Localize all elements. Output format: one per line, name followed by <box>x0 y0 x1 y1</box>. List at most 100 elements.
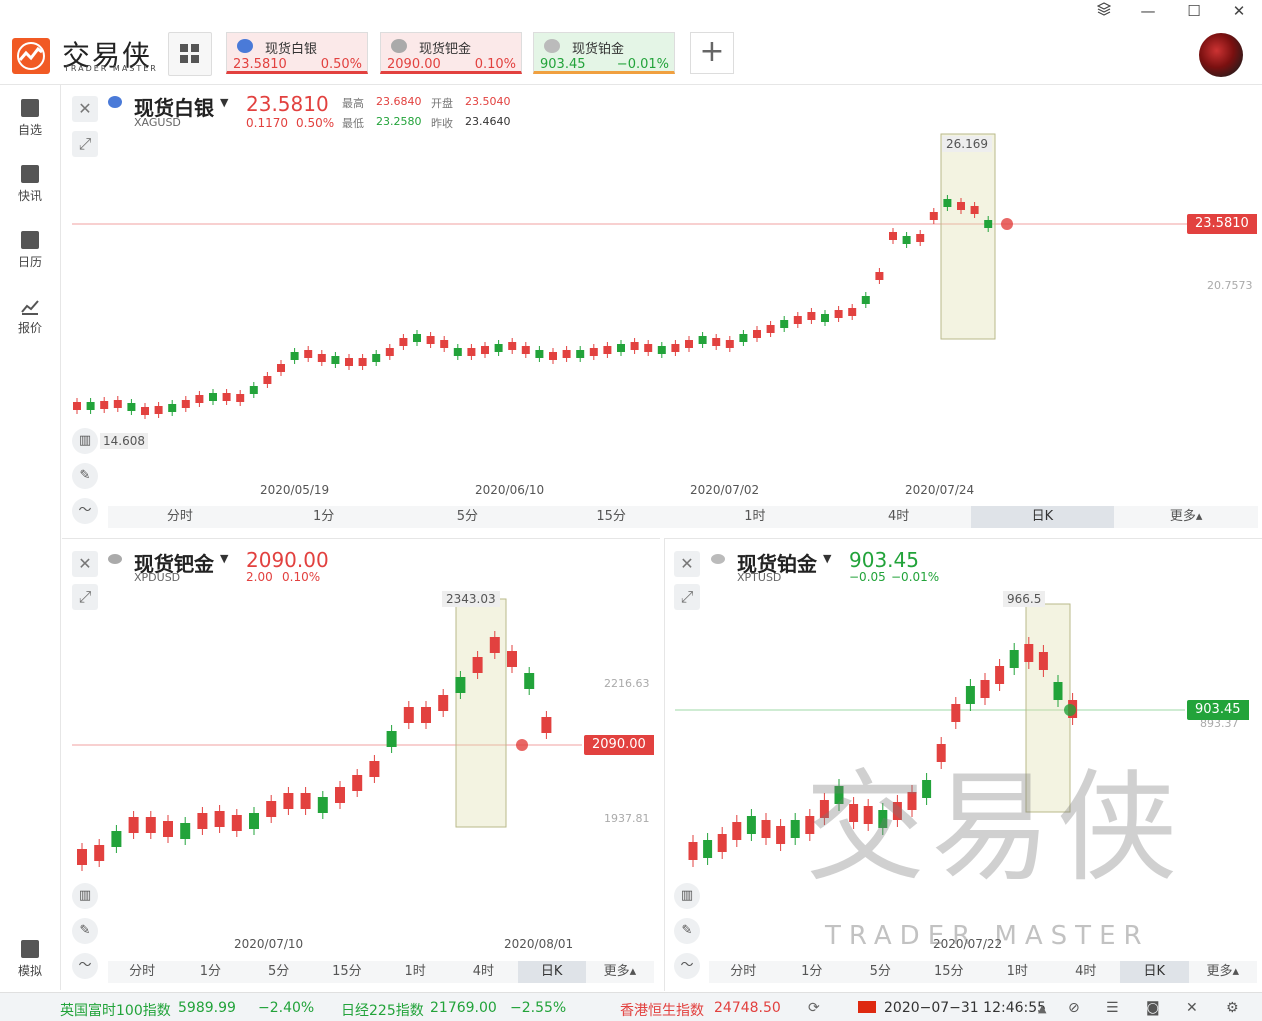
tf-button[interactable]: 1分 <box>176 961 244 983</box>
sidebar-item-watchlist[interactable]: 自选 <box>0 99 60 138</box>
candle-body <box>1009 650 1019 668</box>
expand-icon[interactable]: ⤢ <box>674 584 700 610</box>
candle-body <box>86 402 95 410</box>
tf-button[interactable]: 1分 <box>252 506 396 528</box>
tab-name: 现货铂金 <box>572 42 625 57</box>
candle-body <box>848 308 857 316</box>
tf-button[interactable]: 1时 <box>983 961 1052 983</box>
mute-icon[interactable]: ✕ <box>1186 1000 1198 1016</box>
sidebar-item-calendar[interactable]: 日历 <box>0 231 60 270</box>
candle-body <box>145 817 156 833</box>
pen-icon[interactable]: ✎ <box>674 918 700 944</box>
candle-body <box>507 651 517 667</box>
candle-body <box>875 272 884 280</box>
candle-body <box>77 849 87 865</box>
tf-more-button[interactable]: 更多▴ <box>1189 961 1258 983</box>
sidebar-item-quotes[interactable]: 报价 <box>0 297 60 336</box>
layers-icon[interactable] <box>1093 2 1115 20</box>
high-label: 最高 <box>342 97 364 110</box>
tf-more-button[interactable]: 更多▴ <box>1114 506 1258 528</box>
avatar[interactable] <box>1199 33 1243 77</box>
tf-button[interactable]: 4时 <box>827 506 971 528</box>
close-button[interactable]: ✕ <box>1228 2 1250 20</box>
candle-body <box>413 334 421 342</box>
min-price-label: 14.608 <box>100 433 148 449</box>
layout-grid-button[interactable] <box>168 32 212 76</box>
tf-button-active[interactable]: 日K <box>1120 961 1189 983</box>
palladium-icon <box>108 554 122 564</box>
index-name[interactable]: 香港恒生指数 <box>620 1000 704 1020</box>
add-tab-button[interactable]: + <box>690 32 734 74</box>
candlestick-chart-palladium[interactable] <box>62 539 660 991</box>
tf-button[interactable]: 1分 <box>778 961 847 983</box>
pen-icon[interactable]: ✎ <box>72 918 98 944</box>
candle-body <box>358 358 367 366</box>
index-value: 5989.99 <box>178 1000 236 1016</box>
indicator-icon[interactable]: 〜 <box>674 953 700 979</box>
minimize-button[interactable]: — <box>1137 2 1159 20</box>
indicator-icon[interactable]: 〜 <box>72 498 98 524</box>
sidebar-item-news[interactable]: 快讯 <box>0 165 60 204</box>
expand-icon[interactable]: ⤢ <box>72 584 98 610</box>
close-panel-button[interactable]: ✕ <box>72 551 98 577</box>
tf-button[interactable]: 分时 <box>108 506 252 528</box>
refresh-icon[interactable]: ⟳ <box>808 1000 820 1016</box>
maximize-button[interactable]: ☐ <box>1183 2 1205 20</box>
tf-button[interactable]: 1时 <box>683 506 827 528</box>
chevron-down-icon[interactable]: ▼ <box>220 552 228 565</box>
tf-button[interactable]: 1时 <box>381 961 449 983</box>
candle-body <box>494 344 503 352</box>
settings-icon[interactable]: ⚙ <box>1226 1000 1239 1016</box>
camera-icon[interactable]: ◙ <box>1146 1000 1160 1016</box>
candle-body <box>100 401 109 409</box>
candle-type-icon[interactable]: ▥ <box>72 883 98 909</box>
tf-button[interactable]: 4时 <box>449 961 517 983</box>
tf-button[interactable]: 5分 <box>846 961 915 983</box>
pen-icon[interactable]: ✎ <box>72 463 98 489</box>
index-name[interactable]: 日经225指数 <box>341 1000 424 1020</box>
sidebar-item-simulation[interactable]: 模拟 <box>0 940 60 979</box>
chevron-down-icon[interactable]: ▼ <box>220 96 228 109</box>
tab-platinum[interactable]: 现货铂金 903.45 −0.01% <box>533 32 675 74</box>
watermark-subtext: TRADER MASTER <box>825 921 1150 951</box>
tab-silver[interactable]: 现货白银 23.5810 0.50% <box>226 32 368 74</box>
tf-button[interactable]: 分时 <box>108 961 176 983</box>
tf-button[interactable]: 15分 <box>539 506 683 528</box>
candlestick-chart-silver[interactable] <box>62 86 1262 534</box>
indicator-icon[interactable]: 〜 <box>72 953 98 979</box>
candle-type-icon[interactable]: ▥ <box>674 883 700 909</box>
axis-label: 2216.63 <box>604 677 650 690</box>
index-change: −2.55% <box>510 1000 567 1016</box>
tf-button[interactable]: 分时 <box>709 961 778 983</box>
palladium-icon <box>391 39 407 53</box>
tf-more-button[interactable]: 更多▴ <box>586 961 654 983</box>
close-panel-button[interactable]: ✕ <box>674 551 700 577</box>
candle-body <box>94 845 105 861</box>
close-panel-button[interactable]: ✕ <box>72 96 98 122</box>
chevron-up-icon[interactable]: ▲ <box>1038 1002 1046 1015</box>
chevron-down-icon[interactable]: ▼ <box>823 552 831 565</box>
no-signal-icon[interactable]: ⊘ <box>1068 1000 1080 1016</box>
index-name[interactable]: 英国富时100指数 <box>60 1000 171 1020</box>
candle-body <box>263 376 272 384</box>
candle-body <box>467 348 476 356</box>
candle-body <box>995 666 1005 684</box>
tf-button[interactable]: 5分 <box>245 961 313 983</box>
candle-body <box>209 393 217 401</box>
expand-icon[interactable]: ⤢ <box>72 131 98 157</box>
price-tag: 903.45 <box>1187 700 1249 720</box>
tab-palladium[interactable]: 现货钯金 2090.00 0.10% <box>380 32 522 74</box>
tf-button[interactable]: 4时 <box>1052 961 1121 983</box>
tf-button[interactable]: 15分 <box>313 961 381 983</box>
chart-panel-platinum: ✕ ⤢ 现货铂金 ▼ XPTUSD 903.45 −0.05 −0.01% 96… <box>664 538 1262 991</box>
menu-icon[interactable]: ☰ <box>1106 1000 1119 1016</box>
candle-body <box>300 793 311 809</box>
tf-button[interactable]: 15分 <box>915 961 984 983</box>
candle-body <box>732 822 742 840</box>
tf-button[interactable]: 5分 <box>396 506 540 528</box>
sidebar-item-label: 报价 <box>17 321 42 335</box>
tf-button-active[interactable]: 日K <box>517 961 586 983</box>
candle-type-icon[interactable]: ▥ <box>72 428 98 454</box>
tf-button-active[interactable]: 日K <box>970 506 1115 528</box>
timeframe-bar: 分时 1分 5分 15分 1时 4时 日K 更多▴ <box>108 506 1258 528</box>
